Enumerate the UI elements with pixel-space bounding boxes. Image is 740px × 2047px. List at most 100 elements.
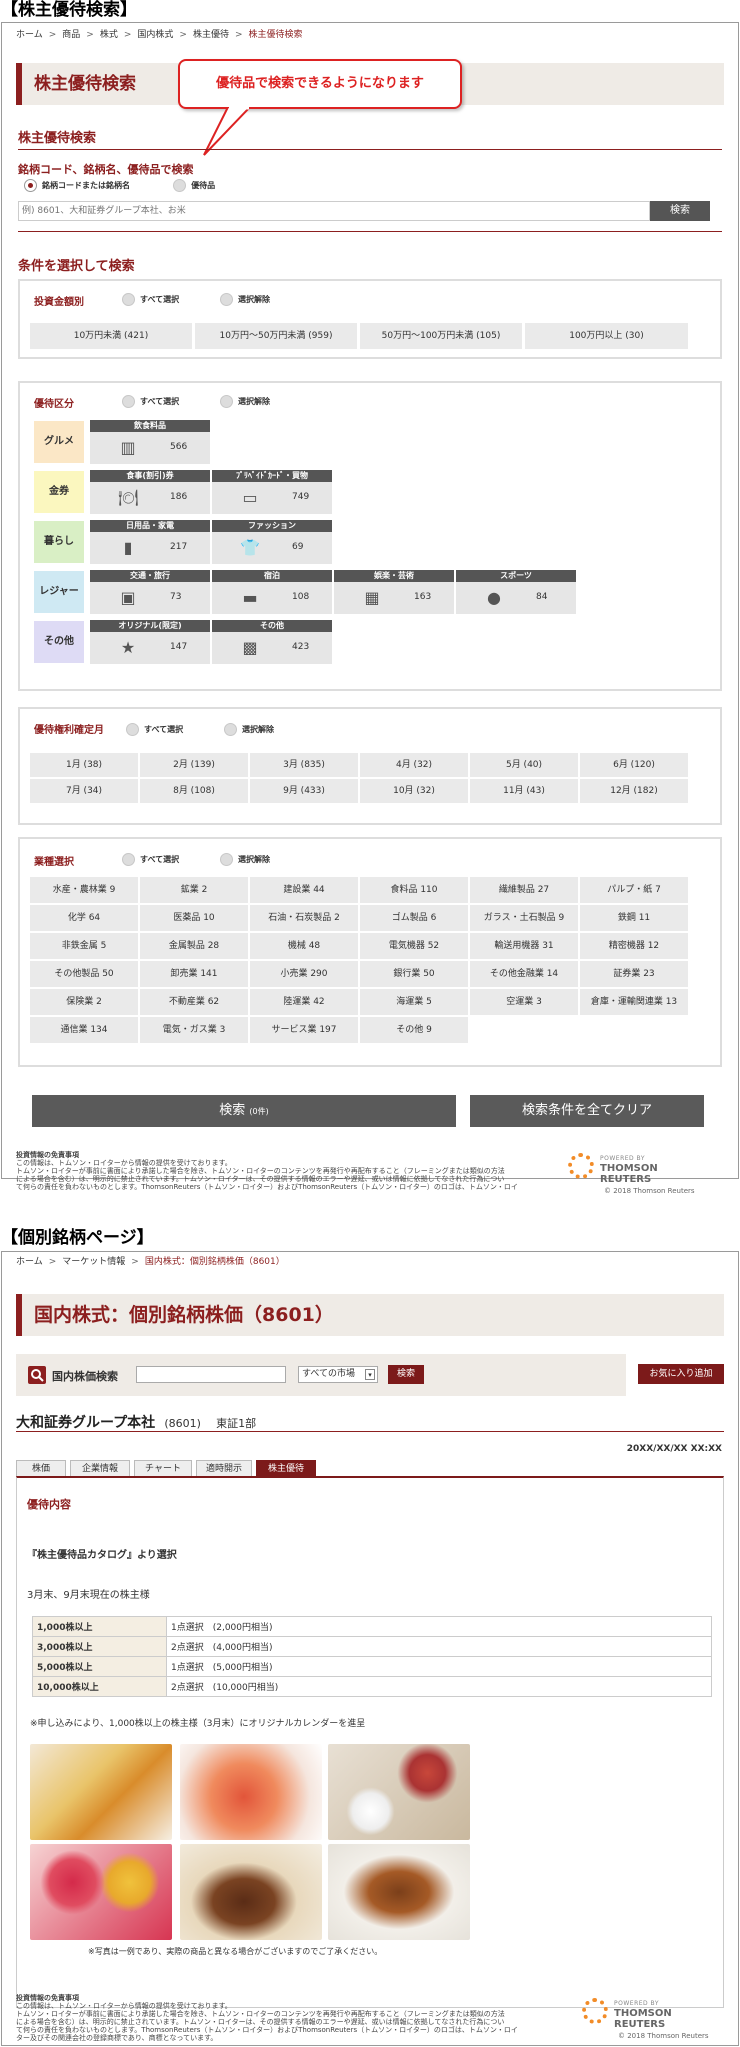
industry-cell[interactable]: 電気機器 52 xyxy=(360,933,468,959)
industry-cell[interactable]: 繊維製品 27 xyxy=(470,877,578,903)
invest-cell[interactable]: 10万円〜50万円未満 (959) xyxy=(195,323,357,349)
category-item[interactable]: 娯楽・芸術 ▦ 163 xyxy=(334,570,454,614)
disclaimer-line: による場合を含む）は、明示的に禁止されています。トムソン・ロイターは、その提供す… xyxy=(16,2018,505,2026)
industry-cell[interactable]: 鉱業 2 xyxy=(140,877,248,903)
search-count: (0件) xyxy=(249,1107,269,1116)
industry-cell[interactable]: サービス業 197 xyxy=(250,1017,358,1043)
invest-select-all-radio[interactable] xyxy=(122,293,135,306)
category-item[interactable]: 食事(割引)券 🍽 186 xyxy=(90,470,210,514)
invest-cell[interactable]: 50万円〜100万円未満 (105) xyxy=(360,323,522,349)
tr-name: THOMSON REUTERS xyxy=(600,1163,658,1185)
industry-cell[interactable]: 不動産業 62 xyxy=(140,989,248,1015)
month-cell[interactable]: 10月 (32) xyxy=(360,779,468,803)
industry-cell[interactable]: 化学 64 xyxy=(30,905,138,931)
month-cell[interactable]: 3月 (835) xyxy=(250,753,358,777)
favorite-add-button[interactable]: お気に入り追加 xyxy=(638,1364,724,1384)
month-select-all-radio[interactable] xyxy=(126,723,139,736)
industry-cell[interactable]: ゴム製品 6 xyxy=(360,905,468,931)
search-button[interactable]: 検索 xyxy=(650,201,710,221)
table-row: 10,000株以上 2点選択 (10,000円相当) xyxy=(32,1676,712,1697)
breadcrumb-item[interactable]: 商品 xyxy=(62,30,80,40)
category-item[interactable]: ﾌﾟﾘﾍﾟｲﾄﾞｶｰﾄﾞ・買物 ▭ 749 xyxy=(212,470,332,514)
category-item[interactable]: その他 ▩ 423 xyxy=(212,620,332,664)
invest-cell[interactable]: 10万円未満 (421) xyxy=(30,323,192,349)
industry-cell[interactable]: 精密機器 12 xyxy=(580,933,688,959)
industry-cell[interactable]: 海運業 5 xyxy=(360,989,468,1015)
yutai-deselect-radio[interactable] xyxy=(220,395,233,408)
breadcrumb-item[interactable]: マーケット情報 xyxy=(62,1257,125,1267)
month-cell[interactable]: 11月 (43) xyxy=(470,779,578,803)
industry-deselect-radio[interactable] xyxy=(220,853,233,866)
industry-cell[interactable]: 通信業 134 xyxy=(30,1017,138,1043)
industry-cell[interactable]: その他金融業 14 xyxy=(470,961,578,987)
industry-cell[interactable]: 鉄鋼 11 xyxy=(580,905,688,931)
breadcrumb-item[interactable]: 国内株式 xyxy=(137,30,173,40)
benefit-value: 2点選択 (10,000円相当) xyxy=(166,1676,712,1697)
clear-conditions-button[interactable]: 検索条件を全てクリア xyxy=(470,1095,704,1127)
industry-cell[interactable]: 食料品 110 xyxy=(360,877,468,903)
industry-cell[interactable]: 証券業 23 xyxy=(580,961,688,987)
industry-cell[interactable]: 空運業 3 xyxy=(470,989,578,1015)
month-deselect-radio[interactable] xyxy=(224,723,237,736)
industry-select-all-radio[interactable] xyxy=(122,853,135,866)
industry-cell[interactable]: 倉庫・運輸関連業 13 xyxy=(580,989,688,1015)
stock-search-input[interactable] xyxy=(136,1366,286,1383)
industry-cell[interactable]: 陸運業 42 xyxy=(250,989,358,1015)
industry-cell[interactable]: 建設業 44 xyxy=(250,877,358,903)
category-item[interactable]: ファッション 👕 69 xyxy=(212,520,332,564)
industry-cell[interactable]: 機械 48 xyxy=(250,933,358,959)
tab-disclosure[interactable]: 適時開示 xyxy=(196,1460,252,1476)
month-cell[interactable]: 4月 (32) xyxy=(360,753,468,777)
breadcrumb-item[interactable]: 株主優待 xyxy=(193,30,229,40)
tab-price[interactable]: 株価 xyxy=(16,1460,66,1476)
breadcrumb-home[interactable]: ホーム xyxy=(16,30,43,40)
breadcrumb-item[interactable]: 株式 xyxy=(100,30,118,40)
industry-cell[interactable]: 卸売業 141 xyxy=(140,961,248,987)
disclaimer: 投資情報の免責事項 この情報は、トムソン・ロイターから情報の提供を受けております… xyxy=(16,1151,536,1191)
industry-cell[interactable]: 石油・石炭製品 2 xyxy=(250,905,358,931)
industry-cell[interactable]: パルプ・紙 7 xyxy=(580,877,688,903)
industry-cell[interactable]: ガラス・土石製品 9 xyxy=(470,905,578,931)
market-select[interactable]: すべての市場 ▾ xyxy=(298,1366,378,1383)
month-cell[interactable]: 8月 (108) xyxy=(140,779,248,803)
category-item[interactable]: 宿泊 ▬ 108 xyxy=(212,570,332,614)
tab-company[interactable]: 企業情報 xyxy=(70,1460,130,1476)
invest-deselect-radio[interactable] xyxy=(220,293,233,306)
industry-cell[interactable]: 輸送用機器 31 xyxy=(470,933,578,959)
radio-code[interactable] xyxy=(24,179,37,192)
month-cell[interactable]: 6月 (120) xyxy=(580,753,688,777)
industry-cell[interactable]: 医薬品 10 xyxy=(140,905,248,931)
tab-chart[interactable]: チャート xyxy=(134,1460,192,1476)
month-cell[interactable]: 12月 (182) xyxy=(580,779,688,803)
stock-search-button[interactable]: 検索 xyxy=(388,1365,424,1384)
month-cell[interactable]: 7月 (34) xyxy=(30,779,138,803)
category-item[interactable]: 日用品・家電 ▮ 217 xyxy=(90,520,210,564)
industry-cell[interactable]: 金属製品 28 xyxy=(140,933,248,959)
industry-cell[interactable]: 電気・ガス業 3 xyxy=(140,1017,248,1043)
industry-cell[interactable]: その他製品 50 xyxy=(30,961,138,987)
industry-cell[interactable]: 水産・農林業 9 xyxy=(30,877,138,903)
category-item[interactable]: スポーツ ● 84 xyxy=(456,570,576,614)
category-item[interactable]: 交通・旅行 ▣ 73 xyxy=(90,570,210,614)
radio-gift[interactable] xyxy=(173,179,187,192)
tab-yutai[interactable]: 株主優待 xyxy=(256,1460,316,1476)
bed-icon: ▬ xyxy=(242,588,258,607)
category-item[interactable]: オリジナル(限定) ★ 147 xyxy=(90,620,210,664)
luggage-icon: ▣ xyxy=(120,588,136,607)
month-cell[interactable]: 1月 (38) xyxy=(30,753,138,777)
month-cell[interactable]: 2月 (139) xyxy=(140,753,248,777)
search-submit-button[interactable]: 検索 (0件) xyxy=(32,1095,456,1127)
yutai-select-all-radio[interactable] xyxy=(122,395,135,408)
month-cell[interactable]: 9月 (433) xyxy=(250,779,358,803)
category-item[interactable]: 飲食料品 ▥ 566 xyxy=(90,420,210,464)
industry-cell[interactable]: 小売業 290 xyxy=(250,961,358,987)
search-input[interactable] xyxy=(18,201,650,221)
industry-cell[interactable]: 保険業 2 xyxy=(30,989,138,1015)
industry-cell[interactable]: 非鉄金属 5 xyxy=(30,933,138,959)
breadcrumb-home[interactable]: ホーム xyxy=(16,1257,43,1267)
industry-cell[interactable]: 銀行業 50 xyxy=(360,961,468,987)
month-cell[interactable]: 5月 (40) xyxy=(470,753,578,777)
industry-cell[interactable]: その他 9 xyxy=(360,1017,468,1043)
invest-cell[interactable]: 100万円以上 (30) xyxy=(525,323,688,349)
category-item-count: 163 xyxy=(414,592,432,602)
